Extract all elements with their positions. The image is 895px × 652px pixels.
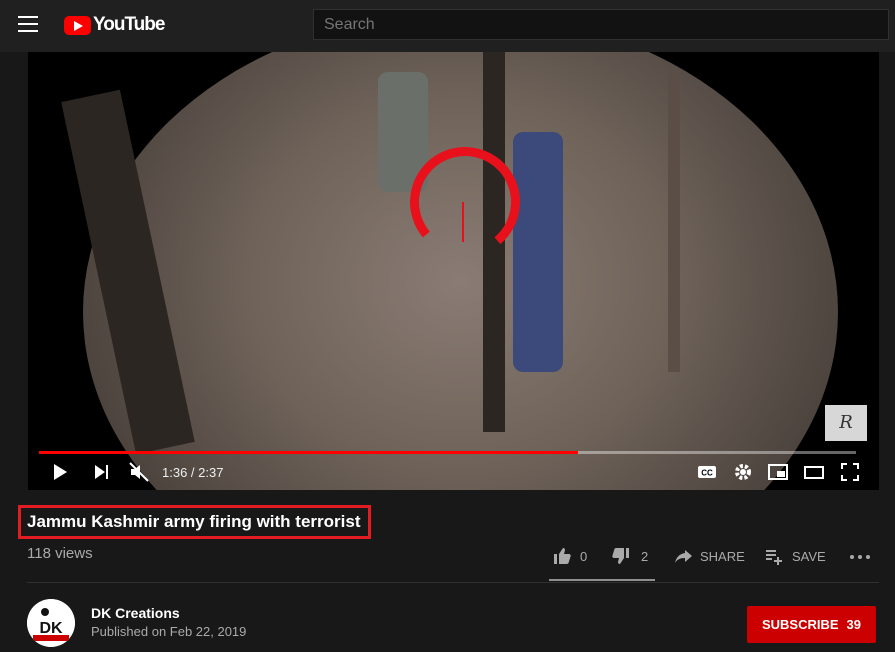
share-button[interactable]: SHARE	[673, 546, 745, 566]
muted-volume-icon[interactable]	[128, 461, 150, 483]
dislike-button[interactable]: 2	[611, 546, 648, 566]
more-actions-icon[interactable]	[849, 549, 871, 565]
avatar-text: DK	[39, 620, 63, 637]
divider	[27, 582, 879, 583]
progress-bar[interactable]	[39, 451, 856, 454]
video-frame	[83, 52, 838, 490]
settings-gear-icon[interactable]	[732, 461, 754, 483]
save-label: SAVE	[792, 548, 826, 564]
channel-avatar[interactable]: DK	[27, 599, 75, 647]
publish-date: Published on Feb 22, 2019	[91, 624, 247, 639]
fullscreen-icon[interactable]	[839, 461, 861, 483]
play-icon[interactable]	[54, 464, 67, 480]
logo-text: YouTube	[93, 14, 165, 35]
video-scenery	[668, 72, 680, 372]
search-input[interactable]	[313, 9, 889, 40]
video-title: Jammu Kashmir army firing with terrorist	[27, 512, 361, 531]
captions-icon[interactable]: CC	[696, 461, 718, 483]
channel-name[interactable]: DK Creations	[91, 605, 180, 621]
sentiment-bar	[549, 579, 655, 581]
reticle-mark	[462, 202, 472, 242]
svg-text:CC: CC	[701, 469, 713, 478]
thumbs-down-icon	[612, 548, 629, 564]
time-display: 1:36 / 2:37	[162, 465, 224, 480]
subscribe-button[interactable]: SUBSCRIBE 39	[747, 606, 876, 643]
save-button[interactable]: SAVE	[764, 546, 826, 566]
thumbs-up-icon	[554, 548, 571, 564]
like-count: 0	[580, 548, 588, 564]
video-figure	[513, 132, 563, 372]
video-player[interactable]: R 1:36 / 2:37 CC	[28, 52, 879, 490]
share-label: SHARE	[700, 548, 745, 564]
next-icon[interactable]	[95, 465, 109, 479]
youtube-play-icon	[64, 15, 91, 35]
youtube-logo[interactable]: YouTube	[64, 14, 165, 36]
playlist-add-icon	[766, 550, 782, 565]
miniplayer-icon[interactable]	[767, 461, 789, 483]
subscriber-count: 39	[846, 617, 862, 632]
share-icon	[675, 550, 692, 563]
dislike-count: 2	[641, 548, 649, 564]
like-button[interactable]: 0	[552, 546, 587, 566]
subscribe-label: SUBSCRIBE	[761, 617, 839, 632]
theater-mode-icon[interactable]	[803, 461, 825, 483]
view-count: 118 views	[27, 545, 93, 562]
channel-watermark[interactable]: R	[825, 405, 867, 441]
top-bar: YouTube	[0, 0, 895, 52]
progress-fill	[39, 451, 579, 454]
video-title-highlight: Jammu Kashmir army firing with terrorist	[18, 505, 372, 539]
menu-icon[interactable]	[18, 16, 38, 32]
channel-logo: DK	[27, 599, 75, 647]
